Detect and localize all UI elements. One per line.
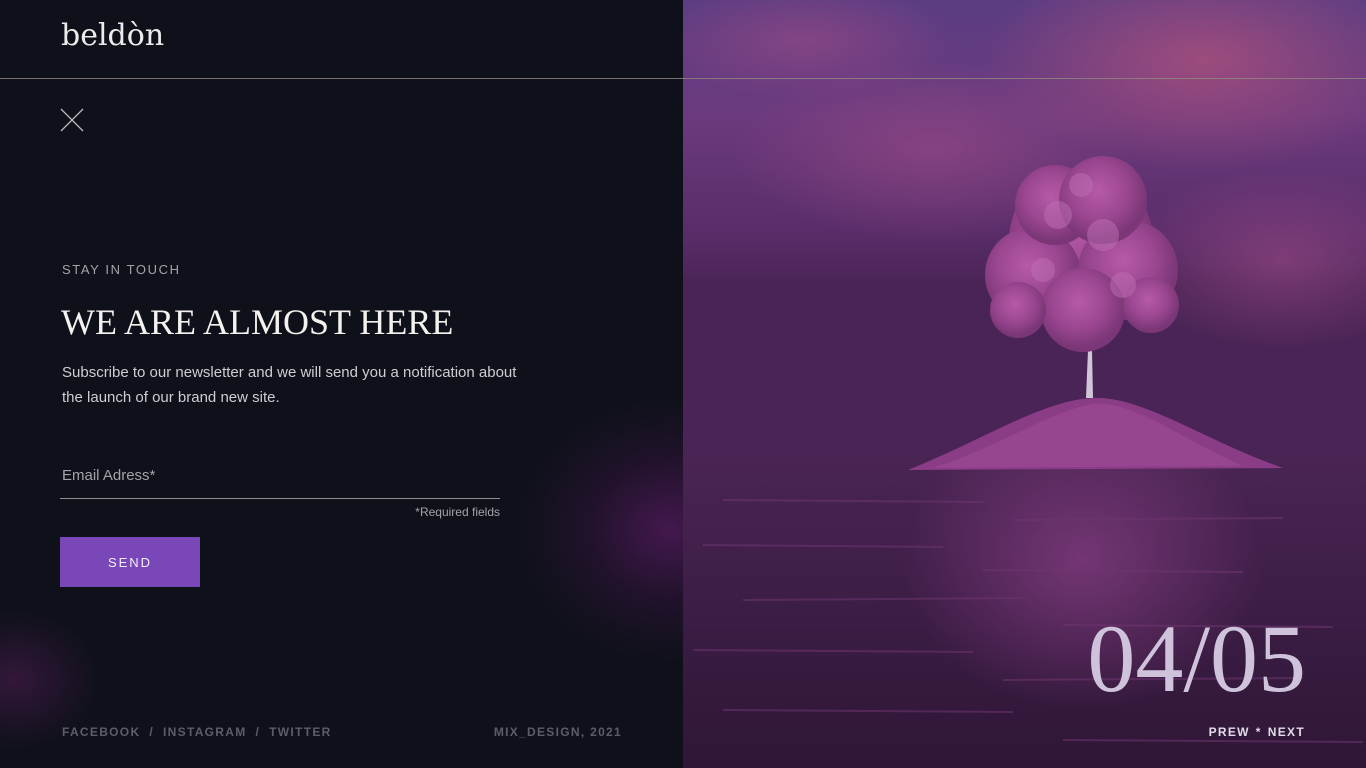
close-icon xyxy=(60,108,84,132)
pager-separator: * xyxy=(1255,725,1262,739)
coming-soon-page: beldòn STAY IN TOUCH WE ARE ALMOST HERE … xyxy=(0,0,1366,768)
send-button[interactable]: SEND xyxy=(60,537,200,587)
social-separator: / xyxy=(149,725,155,739)
purple-glow xyxy=(520,400,683,660)
required-fields-note: *Required fields xyxy=(415,505,500,519)
prev-slide-button[interactable]: PREW xyxy=(1209,725,1250,739)
section-eyebrow: STAY IN TOUCH xyxy=(62,262,181,277)
intro-description: Subscribe to our newsletter and we will … xyxy=(62,364,517,406)
slide-counter: 04/05 xyxy=(1087,605,1306,712)
left-panel: beldòn STAY IN TOUCH WE ARE ALMOST HERE … xyxy=(0,0,683,768)
page-headline: WE ARE ALMOST HERE xyxy=(61,302,454,342)
next-slide-button[interactable]: NEXT xyxy=(1268,725,1305,739)
email-field[interactable] xyxy=(60,458,500,499)
hero-image-panel: 04/05 PREW * NEXT xyxy=(683,0,1366,768)
social-links: FACEBOOK / INSTAGRAM / TWITTER xyxy=(62,725,332,739)
header-divider xyxy=(0,78,1366,79)
brand-logo[interactable]: beldòn xyxy=(61,18,164,53)
facebook-link[interactable]: FACEBOOK xyxy=(62,725,140,739)
design-credit: MIX_DESIGN, 2021 xyxy=(493,725,622,739)
instagram-link[interactable]: INSTAGRAM xyxy=(163,725,246,739)
slide-pager: PREW * NEXT xyxy=(1209,725,1305,739)
close-button[interactable] xyxy=(58,106,86,134)
social-separator: / xyxy=(255,725,261,739)
twitter-link[interactable]: TWITTER xyxy=(269,725,331,739)
